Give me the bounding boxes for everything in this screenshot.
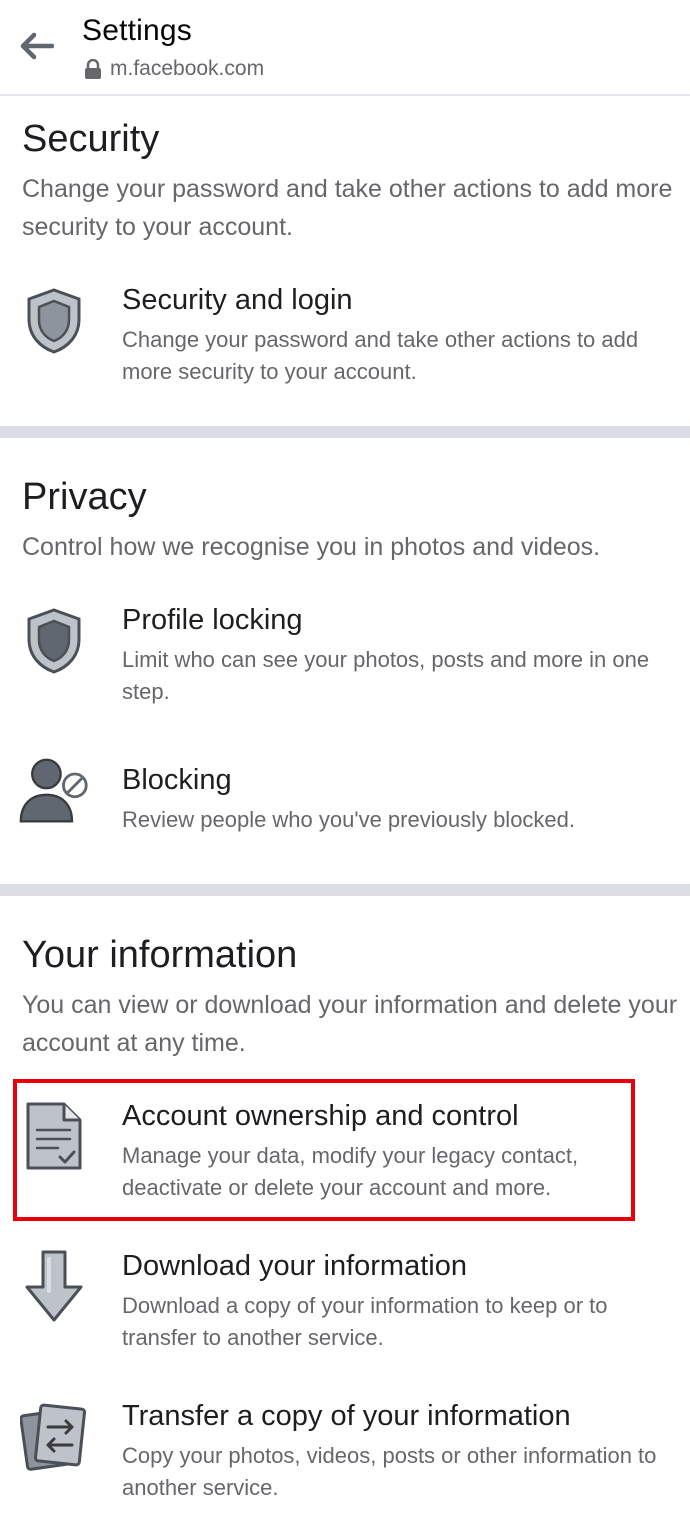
section-divider	[0, 884, 690, 896]
blocking-item[interactable]: Blocking Review people who you've previo…	[0, 758, 690, 860]
section-title-privacy: Privacy	[22, 476, 147, 518]
back-arrow-icon	[20, 32, 54, 60]
section-desc-your-information: You can view or download your informatio…	[22, 991, 678, 1057]
lock-icon	[84, 59, 102, 79]
item-desc: Limit who can see your photos, posts and…	[122, 647, 650, 704]
profile-locking-item[interactable]: Profile locking Limit who can see your p…	[0, 600, 690, 720]
shield-icon	[18, 285, 90, 357]
download-arrow-icon	[18, 1250, 90, 1322]
section-desc-privacy: Control how we recognise you in photos a…	[22, 533, 601, 561]
item-desc: Manage your data, modify your legacy con…	[122, 1143, 579, 1200]
item-title: Blocking	[122, 764, 232, 796]
item-desc: Copy your photos, videos, posts or other…	[122, 1443, 657, 1500]
transfer-icon	[18, 1400, 90, 1472]
item-title: Transfer a copy of your information	[122, 1400, 571, 1432]
transfer-information-item[interactable]: Transfer a copy of your information Copy…	[0, 1396, 690, 1516]
page-title: Settings	[82, 14, 192, 47]
settings-page: Settings m.facebook.com Security Change …	[0, 0, 690, 1533]
section-divider	[0, 426, 690, 438]
document-check-icon	[18, 1100, 90, 1172]
item-title: Security and login	[122, 284, 353, 316]
account-ownership-item[interactable]: Account ownership and control Manage you…	[0, 1096, 690, 1216]
item-title: Account ownership and control	[122, 1100, 519, 1132]
section-title-security: Security	[22, 118, 160, 160]
url-text: m.facebook.com	[110, 57, 265, 80]
download-information-item[interactable]: Download your information Download a cop…	[0, 1246, 690, 1366]
page-url: m.facebook.com	[84, 57, 264, 81]
section-title-your-information: Your information	[22, 934, 298, 976]
shield-lock-icon	[18, 605, 90, 677]
item-desc: Download a copy of your information to k…	[122, 1293, 608, 1350]
item-desc: Review people who you've previously bloc…	[122, 807, 576, 832]
blocked-user-icon	[18, 756, 90, 828]
item-title: Profile locking	[122, 604, 303, 636]
item-title: Download your information	[122, 1250, 467, 1282]
top-bar: Settings m.facebook.com	[0, 0, 690, 96]
security-and-login-item[interactable]: Security and login Change your password …	[0, 280, 690, 400]
section-desc-security: Change your password and take other acti…	[22, 175, 673, 241]
item-desc: Change your password and take other acti…	[122, 327, 639, 384]
back-button[interactable]	[12, 22, 60, 70]
